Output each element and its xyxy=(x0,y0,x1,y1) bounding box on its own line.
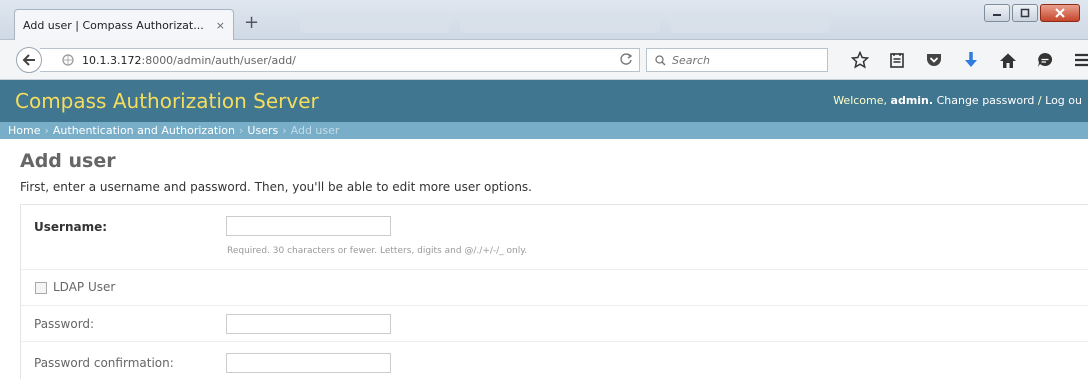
user-tools: Welcome, admin. Change password / Log ou xyxy=(833,94,1082,107)
back-arrow-icon xyxy=(22,54,35,66)
add-user-form: Username: Required. 30 characters or few… xyxy=(20,204,1088,379)
url-text: 10.1.3.172:8000/admin/auth/user/add/ xyxy=(82,54,296,67)
site-identity-icon[interactable] xyxy=(62,54,74,66)
home-icon[interactable] xyxy=(998,50,1018,70)
username-help-text: Required. 30 characters or fewer. Letter… xyxy=(227,246,528,256)
ldap-user-checkbox[interactable] xyxy=(35,282,47,294)
breadcrumb-separator: › xyxy=(239,124,244,137)
user-tools-separator: / xyxy=(1037,94,1042,107)
browser-tab-active[interactable]: Add user | Compass Authorizat... × xyxy=(14,9,234,40)
minimize-button[interactable] xyxy=(984,4,1010,22)
background-tab[interactable] xyxy=(460,13,660,33)
breadcrumb-current: Add user xyxy=(290,124,340,137)
breadcrumb-separator: › xyxy=(44,124,49,137)
form-row-password-confirm: Password confirmation: xyxy=(21,342,1088,379)
password-field[interactable] xyxy=(226,314,391,334)
chat-icon[interactable] xyxy=(1035,50,1055,70)
search-input[interactable] xyxy=(672,53,812,67)
welcome-text: Welcome, xyxy=(833,94,888,107)
window-controls xyxy=(984,4,1080,22)
logout-link[interactable]: Log ou xyxy=(1045,94,1082,107)
close-icon xyxy=(1055,8,1065,18)
admin-header: Compass Authorization Server Welcome, ad… xyxy=(0,80,1088,122)
page-title: Add user xyxy=(20,150,116,172)
ldap-user-label[interactable]: LDAP User xyxy=(53,280,115,294)
browser-tabstrip: Add user | Compass Authorizat... × + xyxy=(0,0,1088,40)
reload-icon[interactable] xyxy=(619,52,633,66)
form-row-username: Username: Required. 30 characters or few… xyxy=(21,205,1088,270)
breadcrumb-separator: › xyxy=(282,124,287,137)
maximize-icon xyxy=(1020,8,1030,18)
background-tab[interactable] xyxy=(670,13,830,33)
download-icon[interactable] xyxy=(961,50,981,70)
site-title[interactable]: Compass Authorization Server xyxy=(15,89,319,113)
browser-toolbar xyxy=(850,50,1088,70)
url-host: 10.1.3.172 xyxy=(82,53,142,67)
tab-close-icon[interactable]: × xyxy=(216,19,225,32)
pocket-icon[interactable] xyxy=(924,50,944,70)
tab-title: Add user | Compass Authorizat... xyxy=(23,18,204,32)
password-label: Password: xyxy=(34,317,95,331)
background-tab[interactable] xyxy=(300,13,450,33)
form-row-ldap: LDAP User xyxy=(21,270,1088,306)
browser-navbar: 10.1.3.172:8000/admin/auth/user/add/ xyxy=(0,40,1088,80)
close-window-button[interactable] xyxy=(1040,4,1080,22)
maximize-button[interactable] xyxy=(1012,4,1038,22)
username-label: Username: xyxy=(34,220,108,234)
bookmark-star-icon[interactable] xyxy=(850,50,870,70)
search-icon xyxy=(655,54,666,66)
password-confirmation-field[interactable] xyxy=(226,353,391,373)
form-row-password: Password: xyxy=(21,306,1088,342)
password-confirmation-label: Password confirmation: xyxy=(34,356,174,370)
new-tab-button[interactable]: + xyxy=(244,12,259,33)
intro-text: First, enter a username and password. Th… xyxy=(20,180,532,194)
browser-search-box[interactable] xyxy=(646,48,828,72)
back-button[interactable] xyxy=(16,47,42,73)
minimize-icon xyxy=(993,14,1001,16)
url-bar[interactable]: 10.1.3.172:8000/admin/auth/user/add/ xyxy=(40,48,640,72)
username-field[interactable] xyxy=(226,216,391,236)
reading-list-icon[interactable] xyxy=(887,50,907,70)
breadcrumb-model[interactable]: Users xyxy=(247,124,278,137)
breadcrumb-home[interactable]: Home xyxy=(8,124,40,137)
username-display: admin. xyxy=(890,94,934,107)
menu-icon[interactable] xyxy=(1072,50,1088,70)
url-path: :8000/admin/auth/user/add/ xyxy=(141,53,296,67)
breadcrumb-app[interactable]: Authentication and Authorization xyxy=(53,124,235,137)
breadcrumb: Home › Authentication and Authorization … xyxy=(0,122,1088,139)
change-password-link[interactable]: Change password xyxy=(937,94,1035,107)
